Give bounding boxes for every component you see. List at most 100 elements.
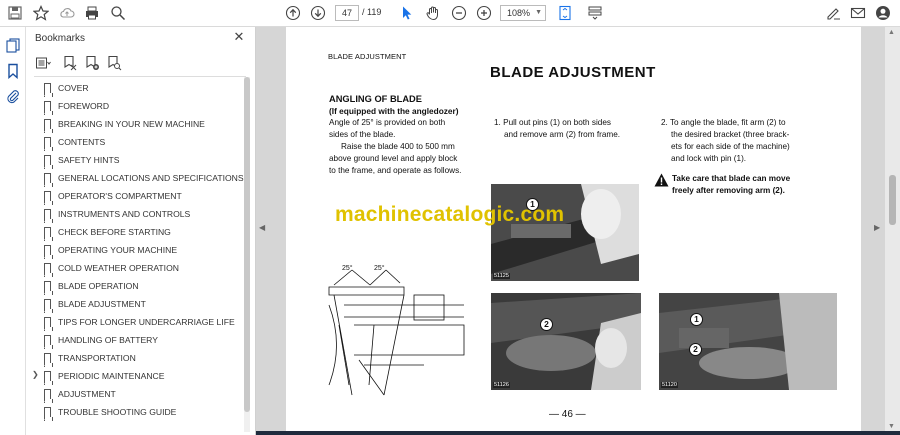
- bookmark-item-blade-operation[interactable]: BLADE OPERATION: [26, 277, 244, 295]
- zoom-level-select[interactable]: 108% ▼: [500, 5, 546, 21]
- bookmarks-toolbar: [34, 53, 244, 73]
- scroll-down-icon[interactable]: ▼: [888, 423, 895, 430]
- bookmark-item-undercarriage-tips[interactable]: TIPS FOR LONGER UNDERCARRIAGE LIFE: [26, 313, 244, 331]
- bookmark-list: COVER FOREWORD BREAKING IN YOUR NEW MACH…: [26, 79, 244, 435]
- diagram-angle-label: 25°: [374, 265, 385, 272]
- bookmark-item-safety-hints[interactable]: SAFETY HINTS: [26, 151, 244, 169]
- bookmark-item-instruments-controls[interactable]: INSTRUMENTS AND CONTROLS: [26, 205, 244, 223]
- bookmark-label: CONTENTS: [58, 137, 106, 147]
- bookmark-item-periodic-maintenance[interactable]: ❯ PERIODIC MAINTENANCE: [26, 367, 244, 385]
- scroll-up-icon[interactable]: ▲: [888, 29, 895, 36]
- section-heading: ANGLING OF BLADE: [329, 94, 422, 104]
- bookmark-label: TRANSPORTATION: [58, 353, 136, 363]
- photo-bracket: 51120: [659, 293, 837, 390]
- step-2-text: and lock with pin (1).: [671, 154, 747, 163]
- page-thumbnails-icon[interactable]: [4, 36, 22, 54]
- bookmarks-title: Bookmarks: [35, 33, 86, 44]
- page-total: / 119: [362, 7, 382, 17]
- body-text: Angle of 25° is provided on both: [329, 118, 446, 127]
- zoom-search-icon[interactable]: [109, 4, 127, 22]
- callout-2: 2: [540, 318, 553, 331]
- body-text: above ground level and apply block: [329, 154, 458, 163]
- scrollbar-thumb[interactable]: [889, 175, 896, 225]
- bookmark-icon: [44, 227, 53, 241]
- body-text: Raise the blade 400 to 500 mm: [341, 142, 455, 151]
- bookmark-icon: [44, 317, 53, 331]
- bookmark-icon: [44, 245, 53, 259]
- bookmark-label: BLADE ADJUSTMENT: [58, 299, 146, 309]
- bookmark-star-icon[interactable]: [32, 4, 50, 22]
- bookmark-item-cover[interactable]: COVER: [26, 79, 244, 97]
- share-email-icon[interactable]: [849, 4, 867, 22]
- save-icon[interactable]: [6, 4, 24, 22]
- expand-panel-icon[interactable]: ▶: [874, 223, 880, 232]
- navigation-rail: [0, 27, 26, 435]
- attachments-icon[interactable]: [4, 88, 22, 106]
- scrollbar-thumb[interactable]: [244, 77, 250, 412]
- bookmark-item-blade-adjustment[interactable]: BLADE ADJUSTMENT: [26, 295, 244, 313]
- next-page-icon[interactable]: [309, 4, 327, 22]
- bookmark-item-contents[interactable]: CONTENTS: [26, 133, 244, 151]
- find-bookmark-icon[interactable]: [105, 54, 123, 72]
- photo-image: [491, 184, 639, 281]
- bookmark-item-transportation[interactable]: TRANSPORTATION: [26, 349, 244, 367]
- fit-page-icon[interactable]: [556, 4, 574, 22]
- bookmark-icon: [44, 137, 53, 151]
- close-icon[interactable]: ✕: [232, 30, 246, 44]
- body-text: sides of the blade.: [329, 130, 396, 139]
- body-text: to the frame, and operate as follows.: [329, 166, 462, 175]
- bookmark-icon: [44, 371, 53, 385]
- page-number-input[interactable]: 47: [335, 5, 359, 21]
- collapse-panel-icon[interactable]: ◀: [259, 223, 265, 232]
- bookmark-options-icon[interactable]: [34, 54, 52, 72]
- bookmark-icon: [44, 173, 53, 187]
- bookmark-label: PERIODIC MAINTENANCE: [58, 371, 165, 381]
- cloud-upload-icon[interactable]: [58, 4, 76, 22]
- select-cursor-icon[interactable]: [398, 4, 416, 22]
- step-2-text: 2. To angle the blade, fit arm (2) to: [661, 118, 786, 127]
- bookmark-item-breaking-in[interactable]: BREAKING IN YOUR NEW MACHINE: [26, 115, 244, 133]
- taskbar-strip: [256, 431, 900, 435]
- page-display-icon[interactable]: [586, 4, 604, 22]
- bookmark-icon: [44, 389, 53, 403]
- photo-id: 51120: [661, 382, 678, 388]
- bookmarks-panel-icon[interactable]: [4, 62, 22, 80]
- bookmarks-panel: Bookmarks ✕ COVER FOREWORD BREAKING IN Y…: [26, 27, 256, 435]
- print-icon[interactable]: [83, 4, 101, 22]
- bookmark-item-cold-weather[interactable]: COLD WEATHER OPERATION: [26, 259, 244, 277]
- bookmark-item-general-locations[interactable]: GENERAL LOCATIONS AND SPECIFICATIONS: [26, 169, 244, 187]
- callout-1: 1: [690, 313, 703, 326]
- document-viewer: ◀ ▶ BLADE ADJUSTMENT BLADE ADJUSTMENT AN…: [256, 27, 900, 435]
- bookmark-icon: [44, 101, 53, 115]
- bookmark-item-foreword[interactable]: FOREWORD: [26, 97, 244, 115]
- zoom-in-icon[interactable]: [475, 4, 493, 22]
- toolbar: 47 / 119 108% ▼: [0, 0, 900, 27]
- bookmarks-scrollbar[interactable]: [244, 77, 250, 432]
- delete-bookmark-icon[interactable]: [61, 54, 79, 72]
- step-1-text: and remove arm (2) from frame.: [504, 130, 621, 139]
- bookmark-item-operators-compartment[interactable]: OPERATOR'S COMPARTMENT: [26, 187, 244, 205]
- chevron-right-icon[interactable]: ❯: [32, 370, 39, 379]
- bookmark-item-adjustment[interactable]: ADJUSTMENT: [26, 385, 244, 403]
- document-scrollbar[interactable]: ▲ ▼: [885, 27, 900, 435]
- bookmark-label: TROUBLE SHOOTING GUIDE: [58, 407, 177, 417]
- bookmark-item-check-before-starting[interactable]: CHECK BEFORE STARTING: [26, 223, 244, 241]
- diagram-angle-label: 25°: [342, 265, 353, 272]
- bookmark-icon: [44, 155, 53, 169]
- account-icon[interactable]: [874, 4, 892, 22]
- bookmark-item-trouble-shooting[interactable]: TROUBLE SHOOTING GUIDE: [26, 403, 244, 421]
- photo-id: 51125: [493, 273, 510, 279]
- bookmark-item-battery[interactable]: HANDLING OF BATTERY: [26, 331, 244, 349]
- zoom-out-icon[interactable]: [450, 4, 468, 22]
- photo-image: [491, 293, 641, 390]
- new-bookmark-icon[interactable]: [83, 54, 101, 72]
- photo-arm: 51126: [491, 293, 641, 390]
- watermark: machinecatalogic.com: [335, 203, 565, 226]
- bookmark-item-operating-machine[interactable]: OPERATING YOUR MACHINE: [26, 241, 244, 259]
- sign-pen-icon[interactable]: [824, 4, 842, 22]
- previous-page-icon[interactable]: [284, 4, 302, 22]
- bookmark-label: FOREWORD: [58, 101, 110, 111]
- hand-tool-icon[interactable]: [424, 4, 442, 22]
- divider: [34, 76, 246, 77]
- bookmark-icon: [44, 335, 53, 349]
